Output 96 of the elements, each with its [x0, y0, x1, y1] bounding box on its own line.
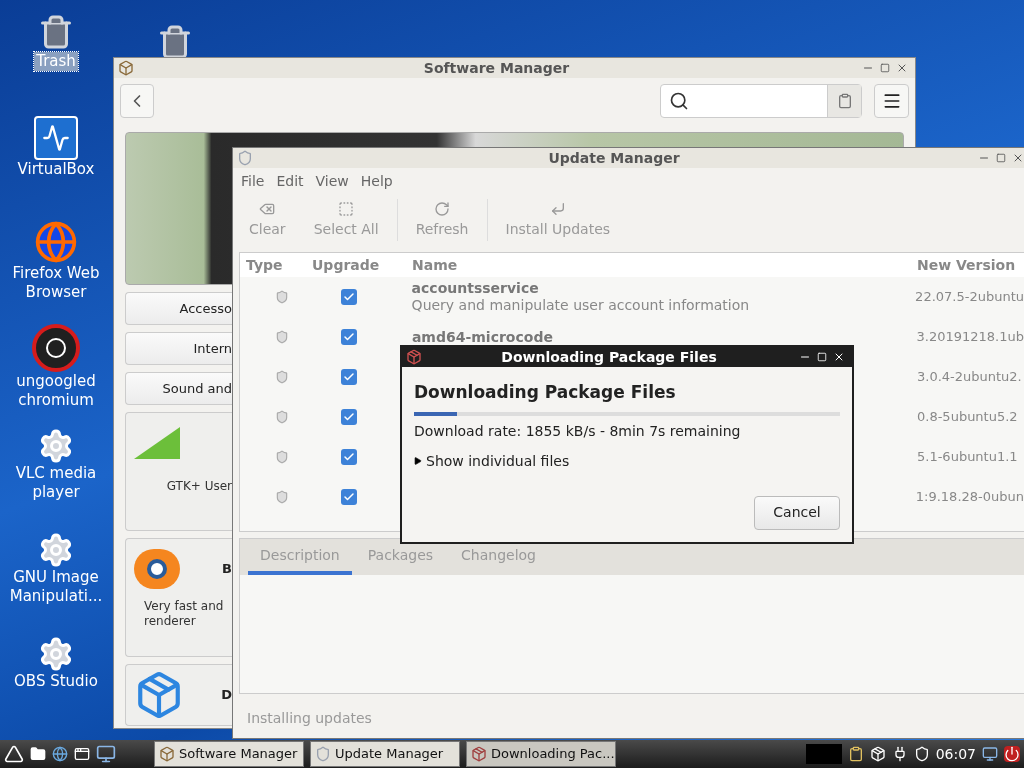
menu-item[interactable]: Help	[354, 170, 399, 192]
close-icon[interactable]	[833, 351, 845, 363]
app-card[interactable]: GTK+ User	[125, 412, 232, 531]
check-icon	[343, 451, 355, 463]
app-card[interactable]: B Very fast and renderer	[125, 538, 232, 657]
upgrade-checkbox[interactable]	[340, 329, 357, 345]
box-icon	[159, 746, 175, 762]
cancel-button[interactable]: Cancel	[754, 495, 840, 530]
shield-icon	[275, 450, 289, 464]
app-name: GTK+ User	[166, 478, 232, 495]
dialog-heading: Downloading Package Files	[414, 381, 677, 404]
check-icon	[343, 371, 355, 383]
gear-icon	[38, 532, 74, 568]
app-name: B	[222, 560, 232, 579]
gear-icon	[38, 428, 74, 464]
gear-icon	[38, 636, 74, 672]
power-icon[interactable]	[1004, 746, 1020, 762]
upgrade-checkbox[interactable]	[341, 409, 357, 425]
check-icon	[342, 331, 355, 343]
desktop-icon-label[interactable]: Firefox Web Browser	[0, 264, 112, 302]
desktop-icon-label[interactable]: ungoogled chromium	[0, 372, 112, 410]
shield-icon	[275, 410, 289, 424]
shield-icon	[274, 290, 289, 304]
upgrade-checkbox[interactable]	[341, 449, 357, 465]
windows-icon[interactable]	[74, 746, 90, 762]
shield-icon[interactable]	[913, 746, 930, 762]
dashed-square-icon	[338, 200, 355, 217]
taskbar-button[interactable]: Update Manager	[310, 741, 460, 767]
column-header[interactable]: Upgrade	[312, 254, 412, 276]
package-icon	[471, 746, 487, 762]
column-header[interactable]: New Version	[917, 254, 1016, 276]
app-card[interactable]: D	[125, 664, 232, 726]
shield-icon	[237, 150, 253, 166]
taskbar-button[interactable]: Software Manager	[154, 741, 304, 767]
triangle-icon	[414, 457, 422, 465]
menu-item[interactable]: File	[235, 170, 271, 192]
window-title: Downloading Package Files	[500, 347, 718, 367]
column-header[interactable]: Name	[412, 254, 917, 276]
package-description: Query and manipulate user account information	[411, 297, 751, 314]
globe-icon	[34, 220, 78, 264]
expander[interactable]: Show individual files	[414, 450, 570, 472]
package-version: 22.07.5-2ubuntu	[915, 288, 1024, 307]
desktop-icon-label[interactable]: VirtualBox	[15, 160, 97, 179]
shield-icon	[275, 370, 289, 384]
shield-icon	[315, 746, 331, 762]
window-title: Software Manager	[422, 58, 571, 78]
clipboard-icon	[836, 93, 853, 109]
search-field[interactable]	[660, 84, 862, 118]
check-icon	[342, 491, 355, 503]
return-arrow-icon	[549, 200, 566, 217]
close-icon[interactable]	[896, 62, 908, 74]
menu-item[interactable]: View	[309, 170, 355, 192]
package-version: 0.8-5ubuntu5.2	[917, 408, 1018, 427]
box-icon	[118, 60, 134, 76]
package-version: 5.1-6ubuntu1.1	[917, 448, 1018, 467]
folder-icon[interactable]	[30, 746, 46, 762]
desktop-icon-label[interactable]: GNU Image Manipulati...	[0, 568, 112, 606]
package-name: accountsservice	[411, 280, 540, 297]
package-icon[interactable]	[869, 746, 886, 762]
monitor-icon	[34, 116, 78, 160]
download-rate-text: Download rate: 1855 kB/s - 8min 7s remaining	[414, 421, 742, 441]
package-version: 3.0.4-2ubuntu2.	[917, 368, 1022, 387]
upgrade-checkbox[interactable]	[341, 369, 357, 385]
desktop-icon-label[interactable]: OBS Studio	[12, 672, 100, 691]
window-title: Update Manager	[547, 148, 681, 168]
status-text: Installing updates	[246, 709, 373, 728]
check-icon	[342, 291, 355, 303]
network-icon[interactable]	[982, 746, 998, 762]
desktop-icon-label[interactable]: VLC media player	[0, 464, 112, 502]
package-version: 1:9.18.28-0ubun	[915, 488, 1024, 507]
upgrade-checkbox[interactable]	[340, 289, 357, 305]
start-menu-icon[interactable]	[4, 744, 24, 764]
check-icon	[343, 411, 355, 423]
package-icon	[406, 349, 422, 365]
shield-icon	[274, 490, 289, 504]
globe-icon[interactable]	[52, 746, 68, 762]
app-description: Very fast and renderer	[143, 598, 225, 629]
menu-button[interactable]	[874, 84, 909, 118]
shield-icon	[274, 330, 289, 344]
clipboard-icon[interactable]	[847, 746, 864, 762]
desktop-icon[interactable]	[96, 744, 116, 764]
close-icon[interactable]	[1012, 152, 1024, 164]
column-header[interactable]: Type	[240, 254, 312, 276]
upgrade-checkbox[interactable]	[340, 489, 357, 505]
refresh-icon	[434, 200, 451, 217]
tray-block	[805, 744, 842, 764]
package-version: 3.20191218.1ub	[916, 328, 1024, 347]
app-name: D	[221, 686, 232, 705]
taskbar-button[interactable]: Downloading Pac...	[466, 741, 616, 767]
package-name: amd64-microcode	[411, 328, 554, 346]
search-icon	[669, 91, 689, 111]
category-button[interactable]: Accesso	[125, 292, 232, 325]
clock[interactable]: 06:07	[935, 743, 976, 765]
category-button[interactable]: Sound and	[125, 372, 232, 405]
menu-item[interactable]: Edit	[270, 170, 310, 192]
category-button[interactable]: Intern	[125, 332, 232, 365]
